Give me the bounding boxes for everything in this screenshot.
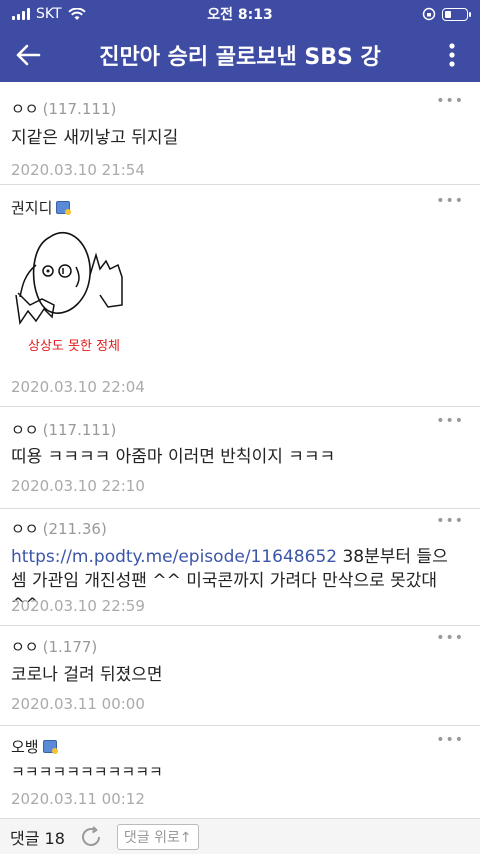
comment-item: ㅇㅇ (117.111) ••• 지같은 새끼낳고 뒤지길 2020.03.10… (0, 89, 480, 185)
app-bar: 진만아 승리 골로보낸 SBS 강 (0, 28, 480, 82)
comment-more-icon[interactable]: ••• (436, 193, 464, 209)
member-badge-icon (42, 740, 58, 754)
author-name: ㅇㅇ (11, 421, 39, 439)
comment-text: 코로나 걸려 뒤졌으면 (11, 665, 163, 685)
signal-icon (12, 8, 30, 20)
status-bar: SKT 오전 8:13 (0, 0, 480, 28)
comment-list[interactable]: ㅇㅇ (117.111) ••• 지같은 새끼낳고 뒤지길 2020.03.10… (0, 82, 480, 818)
page-title: 진만아 승리 골로보낸 SBS 강 (99, 45, 381, 70)
comment-more-icon[interactable]: ••• (436, 732, 464, 748)
author-name: ㅇㅇ (11, 638, 39, 656)
comment-date: 2020.03.11 00:00 (11, 695, 145, 713)
back-button[interactable] (0, 28, 56, 82)
member-badge-icon (56, 201, 72, 215)
battery-fill (445, 10, 451, 18)
bottom-bar: 댓글 18 댓글 위로↑ (0, 818, 480, 854)
comment-item: 권지디 ••• 상상도 못한 정체 2020.03.10 22:04 (0, 185, 480, 407)
comment-text-line1: 38분부터 들으 (337, 547, 448, 567)
comment-text: 띠용 ㅋㅋㅋㅋ 아줌마 이러면 반칙이지 ㅋㅋㅋ (11, 447, 336, 467)
comment-date: 2020.03.10 22:59 (11, 597, 145, 615)
battery-icon (442, 7, 471, 21)
more-button[interactable] (424, 28, 480, 82)
comment-item: ㅇㅇ (1.177) ••• 코로나 걸려 뒤졌으면 2020.03.11 00… (0, 626, 480, 726)
comment-author: 권지디 (11, 197, 72, 218)
author-ip: (211.36) (42, 519, 107, 538)
author-ip: (117.111) (42, 99, 117, 118)
author-name: ㅇㅇ (11, 100, 39, 118)
refresh-button[interactable] (79, 825, 103, 849)
comment-text: 지같은 새끼낳고 뒤지길 (11, 128, 179, 148)
comment-count: 댓글 18 (10, 828, 65, 848)
wifi-icon (67, 7, 86, 20)
comment-text: ㅋㅋㅋㅋㅋㅋㅋㅋㅋㅋㅋ (11, 763, 163, 781)
comment-author: ㅇㅇ (117.111) (11, 419, 116, 440)
comment-date: 2020.03.10 22:10 (11, 477, 145, 495)
comment-more-icon[interactable]: ••• (436, 630, 464, 646)
author-name: 권지디 (11, 199, 53, 217)
comment-date: 2020.03.10 21:54 (11, 161, 145, 179)
comment-author: ㅇㅇ (117.111) (11, 98, 116, 119)
scroll-to-comments-button[interactable]: 댓글 위로↑ (116, 823, 199, 850)
drawing-caption: 상상도 못한 정체 (28, 339, 120, 354)
comment-item: ㅇㅇ (211.36) ••• https://m.podty.me/episo… (0, 509, 480, 626)
author-ip: (1.177) (42, 637, 98, 656)
carrier-label: SKT (36, 6, 62, 22)
comment-more-icon[interactable]: ••• (436, 413, 464, 429)
comment-more-icon[interactable]: ••• (436, 93, 464, 109)
more-vert-icon[interactable] (448, 43, 456, 67)
author-name: ㅇㅇ (11, 520, 39, 538)
comment-item: 오뱅 ••• ㅋㅋㅋㅋㅋㅋㅋㅋㅋㅋㅋ 2020.03.11 00:12 (0, 726, 480, 818)
back-arrow-icon[interactable] (15, 44, 41, 66)
author-name: 오뱅 (11, 738, 39, 756)
orientation-lock-icon (422, 7, 436, 21)
comment-date: 2020.03.11 00:12 (11, 790, 145, 808)
comment-author: ㅇㅇ (1.177) (11, 636, 97, 657)
status-left: SKT (12, 6, 86, 22)
comment-date: 2020.03.10 22:04 (11, 378, 145, 396)
refresh-icon[interactable] (79, 825, 103, 849)
comment-author: 오뱅 (11, 736, 58, 757)
comment-item: ㅇㅇ (117.111) ••• 띠용 ㅋㅋㅋㅋ 아줌마 이러면 반칙이지 ㅋㅋ… (0, 407, 480, 509)
status-right (422, 7, 471, 21)
comment-link[interactable]: https://m.podty.me/episode/11648652 (11, 547, 337, 567)
comment-more-icon[interactable]: ••• (436, 513, 464, 529)
comment-author: ㅇㅇ (211.36) (11, 518, 107, 539)
author-ip: (117.111) (42, 420, 117, 439)
